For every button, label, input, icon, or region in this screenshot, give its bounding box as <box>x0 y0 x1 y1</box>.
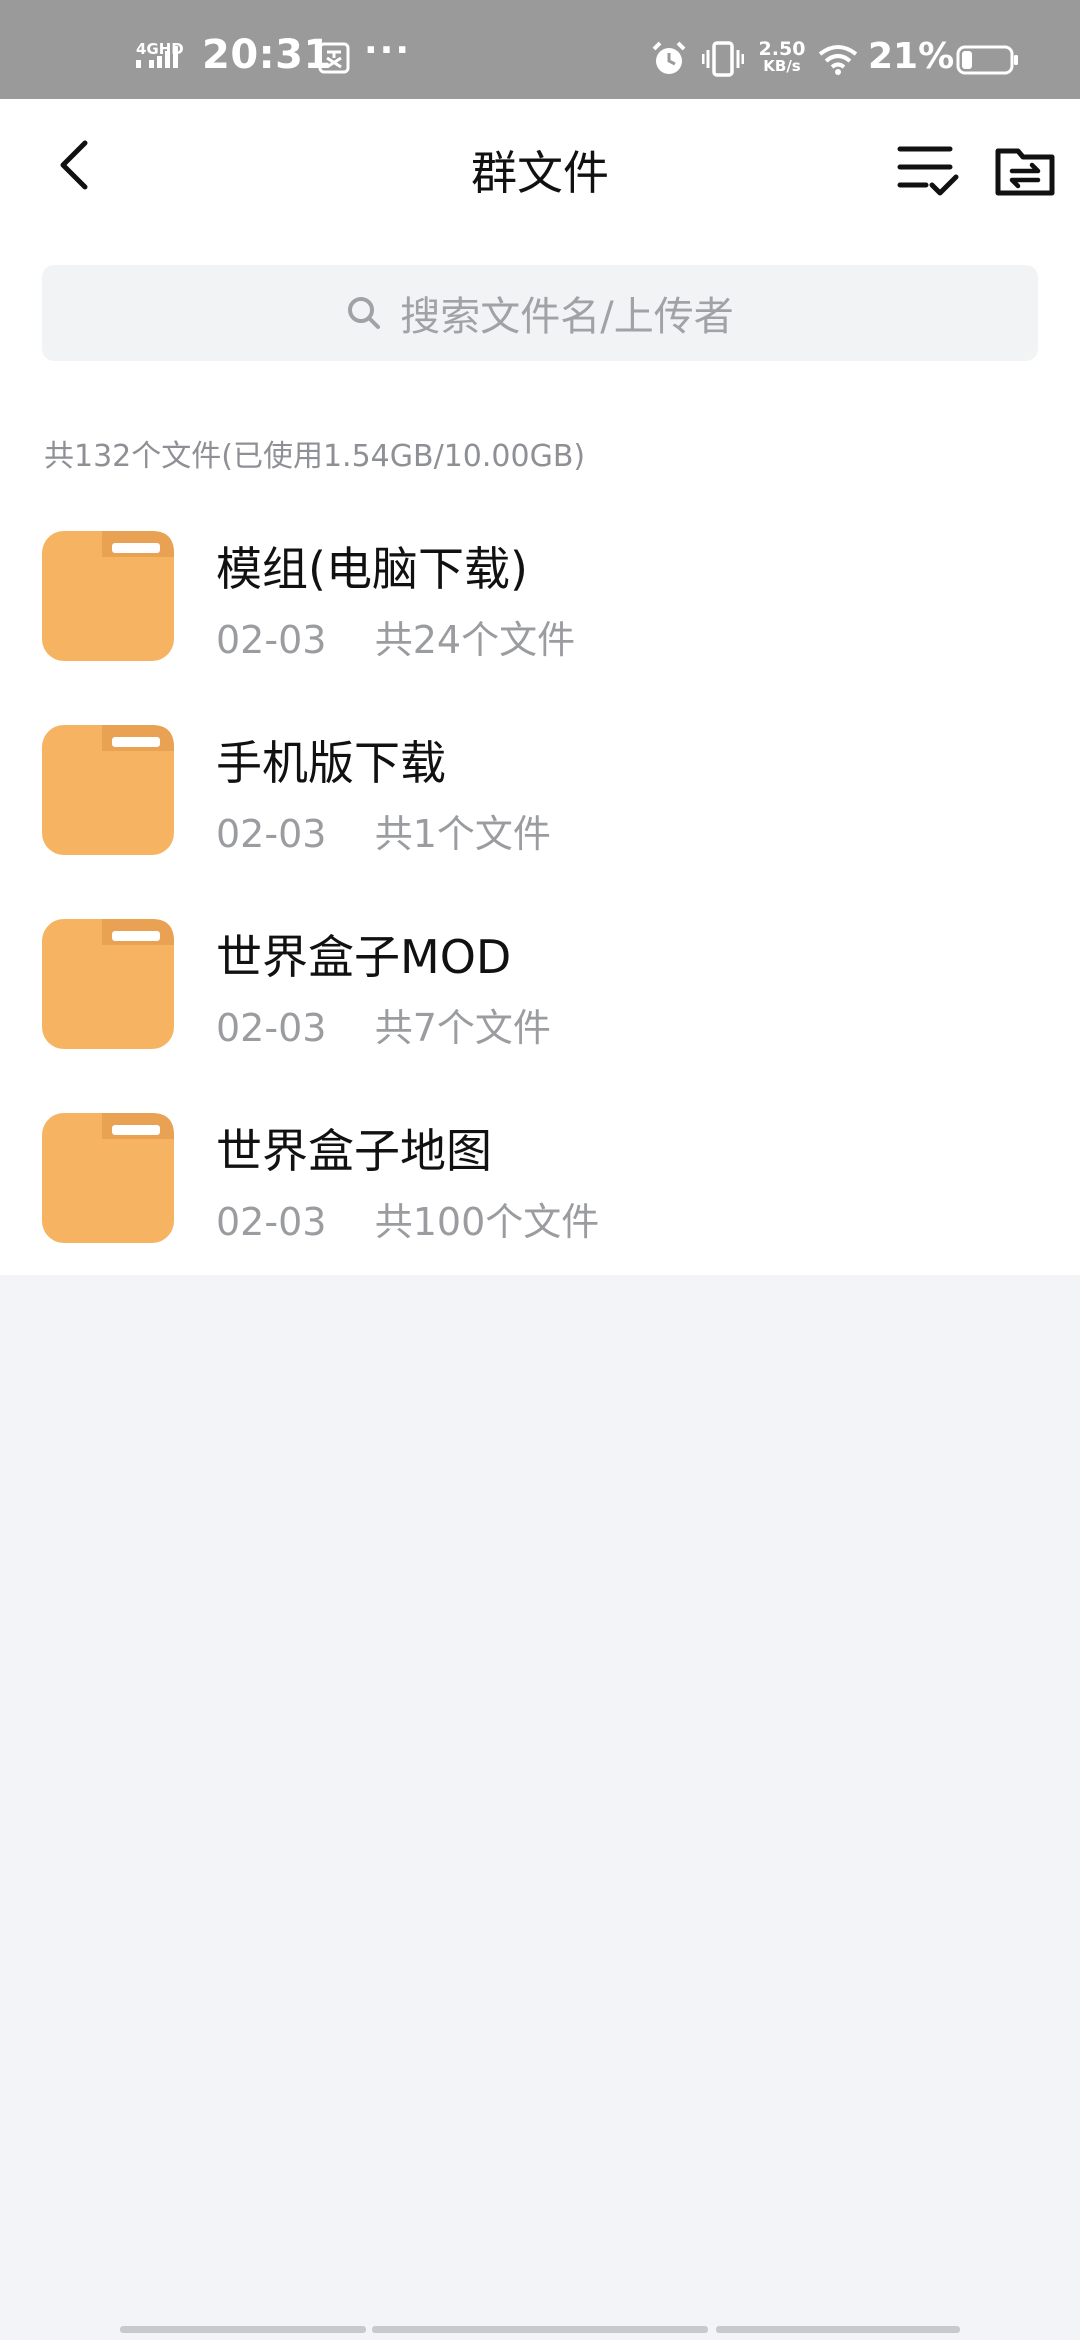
vibrate-icon <box>702 41 744 77</box>
folder-meta: 02-03 共7个文件 <box>216 997 551 1052</box>
folder-item[interactable]: 世界盒子MOD 02-03 共7个文件 <box>0 899 1080 1093</box>
bottom-indicator-segment <box>716 2326 960 2333</box>
folder-date: 02-03 <box>216 1200 327 1244</box>
folder-item[interactable]: 世界盒子地图 02-03 共100个文件 <box>0 1093 1080 1287</box>
file-list: 模组(电脑下载) 02-03 共24个文件 手机版下载 02-03 共1个文件 … <box>0 511 1080 1287</box>
folder-count: 共100个文件 <box>374 1200 600 1244</box>
folder-date: 02-03 <box>216 618 327 662</box>
folder-transfer-icon <box>995 148 1055 196</box>
folder-icon <box>42 919 174 1049</box>
bottom-indicator-segment <box>372 2326 708 2333</box>
battery-percent: 21% <box>868 36 955 77</box>
folder-name: 模组(电脑下载) <box>216 542 528 596</box>
folder-transfer-button[interactable] <box>994 139 1056 201</box>
storage-summary: 共132个文件(已使用1.54GB/10.00GB) <box>44 439 586 474</box>
folder-name: 手机版下载 <box>216 736 446 790</box>
folder-item[interactable]: 手机版下载 02-03 共1个文件 <box>0 705 1080 899</box>
file-panel: 群文件 搜索文件名/上传者 共132个文件(已使用1.54GB/10.00GB) <box>0 99 1080 1275</box>
folder-meta: 02-03 共1个文件 <box>216 803 551 858</box>
bottom-indicator-segment <box>120 2326 366 2333</box>
bottom-indicator <box>0 2326 1080 2334</box>
folder-item[interactable]: 模组(电脑下载) 02-03 共24个文件 <box>0 511 1080 705</box>
alarm-icon <box>652 41 686 74</box>
app-notification-icon <box>318 42 350 74</box>
folder-name: 世界盒子地图 <box>216 1124 492 1178</box>
multi-select-button[interactable] <box>896 137 960 201</box>
folder-meta: 02-03 共24个文件 <box>216 609 575 664</box>
search-icon <box>348 297 381 329</box>
status-time: 20:31 <box>202 32 332 78</box>
folder-icon <box>42 1113 174 1243</box>
folder-date: 02-03 <box>216 812 327 856</box>
folder-date: 02-03 <box>216 1006 327 1050</box>
folder-icon <box>42 725 174 855</box>
battery-icon <box>956 45 1018 75</box>
folder-icon <box>42 531 174 661</box>
folder-count: 共7个文件 <box>374 1006 551 1050</box>
more-notifications-icon: ··· <box>364 30 412 71</box>
network-speed: 2.50 KB/s <box>758 38 806 75</box>
search-input[interactable]: 搜索文件名/上传者 <box>42 265 1038 361</box>
list-check-icon <box>897 146 959 196</box>
wifi-icon <box>818 45 858 75</box>
folder-count: 共24个文件 <box>374 618 576 662</box>
status-bar: 4GHD 20:31 ··· 2.50 KB/s 21% <box>0 0 1080 99</box>
folder-meta: 02-03 共100个文件 <box>216 1191 599 1246</box>
folder-count: 共1个文件 <box>374 812 551 856</box>
search-placeholder: 搜索文件名/上传者 <box>400 294 734 340</box>
signal-icon <box>136 46 178 68</box>
folder-name: 世界盒子MOD <box>216 930 512 984</box>
